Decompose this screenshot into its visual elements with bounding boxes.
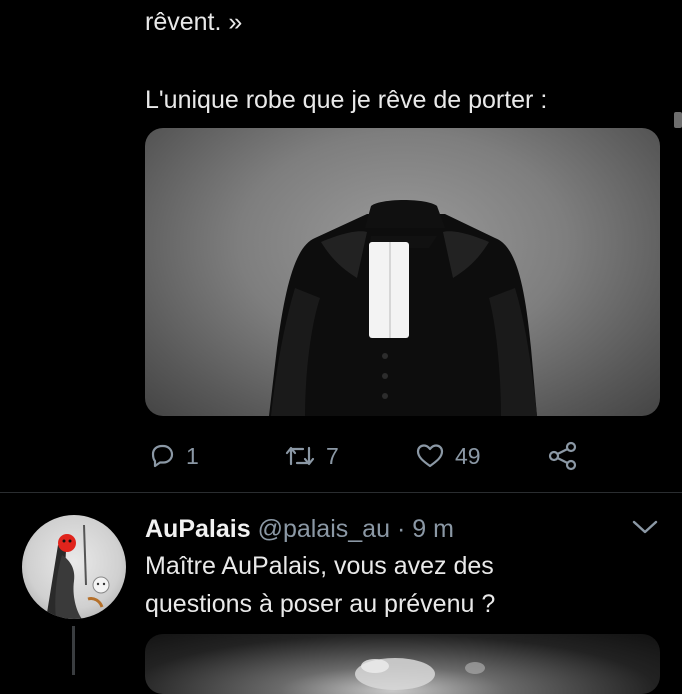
scrollbar-thumb[interactable] — [674, 112, 682, 128]
retweet-button[interactable]: 7 — [284, 436, 339, 476]
retweet-icon — [284, 442, 316, 470]
reply-count: 1 — [186, 442, 199, 469]
author-name[interactable]: AuPalais — [145, 515, 251, 543]
like-count: 49 — [455, 442, 481, 469]
like-button[interactable]: 49 — [415, 436, 481, 476]
retweet-count: 7 — [326, 442, 339, 469]
tweet-header: AuPalais @palais_au · 9 m — [145, 512, 454, 546]
tweet-time[interactable]: 9 m — [412, 515, 454, 543]
tweet-text-line: L'unique robe que je rêve de porter : — [145, 86, 548, 114]
lawyer-robe-image — [269, 200, 537, 416]
tweet-menu-button[interactable] — [630, 518, 660, 541]
chevron-down-icon — [630, 520, 660, 540]
author-handle[interactable]: @palais_au — [258, 515, 390, 543]
tweet-media-preview — [355, 658, 485, 690]
tweet-text-line: rêvent. » — [145, 8, 243, 36]
like-icon — [415, 442, 445, 470]
tweet-text-line: Maître AuPalais, vous avez des — [145, 552, 494, 580]
thread-line — [72, 626, 75, 675]
tweet-divider — [0, 492, 682, 493]
reply-icon — [148, 442, 176, 470]
header-separator: · — [396, 515, 406, 543]
reply-button[interactable]: 1 — [148, 436, 199, 476]
share-button[interactable] — [547, 436, 579, 476]
tweet-text-line: questions à poser au prévenu ? — [145, 590, 496, 618]
tweet-media-image[interactable] — [145, 634, 660, 694]
share-icon — [547, 441, 579, 471]
tweet-media-image[interactable] — [145, 128, 660, 416]
avatar[interactable] — [22, 515, 126, 619]
avatar-image — [46, 524, 110, 619]
